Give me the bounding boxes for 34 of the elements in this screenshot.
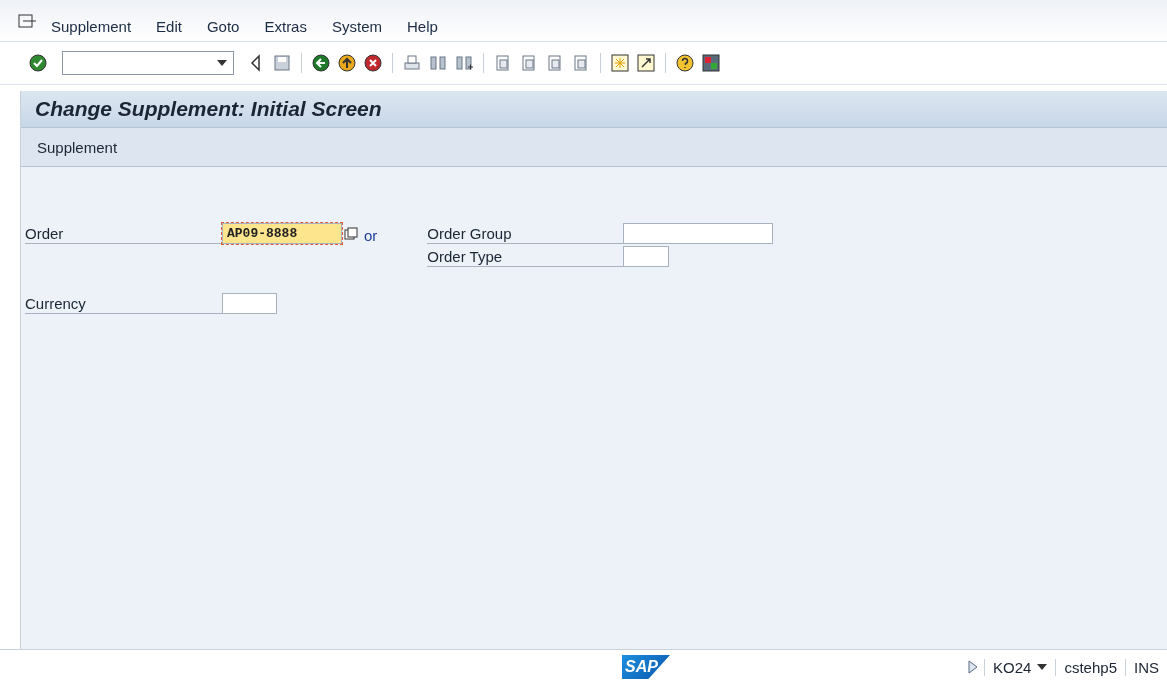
menu-item[interactable]: Extras bbox=[264, 18, 307, 35]
copy-icon[interactable] bbox=[344, 227, 358, 241]
layout-icon[interactable] bbox=[701, 53, 721, 73]
menu-item[interactable]: Goto bbox=[206, 18, 240, 35]
cancel-icon[interactable] bbox=[363, 53, 383, 73]
save-icon[interactable] bbox=[272, 53, 292, 73]
expand-icon[interactable] bbox=[968, 660, 979, 674]
new-window-icon[interactable] bbox=[610, 53, 630, 73]
menu-item[interactable]: System bbox=[331, 18, 382, 35]
menu-item[interactable]: Help bbox=[407, 18, 438, 35]
or-text: or bbox=[364, 227, 378, 244]
dropdown-icon[interactable] bbox=[1037, 664, 1048, 670]
logo: SAP bbox=[622, 655, 670, 679]
menu-item[interactable]: Edit bbox=[156, 18, 182, 35]
insert-mode: INS bbox=[1125, 658, 1167, 676]
menu-icon[interactable] bbox=[18, 14, 38, 30]
input-field[interactable] bbox=[623, 246, 670, 267]
print-icon[interactable] bbox=[402, 53, 422, 73]
field-label: Order Group bbox=[427, 225, 624, 244]
command-field[interactable] bbox=[62, 51, 234, 75]
menu-item[interactable]: Supplement bbox=[51, 18, 132, 35]
supplement-button[interactable]: Supplement bbox=[37, 138, 118, 156]
field-label: Currency bbox=[25, 295, 222, 314]
input-field[interactable] bbox=[623, 223, 774, 244]
server-name: cstehp5 bbox=[1055, 658, 1125, 676]
screen-title: Change Supplement: Initial Screen bbox=[35, 97, 382, 121]
transaction-code[interactable]: KO24 bbox=[984, 658, 1056, 676]
input-field[interactable]: AP09-8888 bbox=[222, 223, 342, 244]
help-icon[interactable] bbox=[675, 53, 695, 73]
input-field[interactable] bbox=[222, 293, 277, 314]
dropdown-icon[interactable] bbox=[217, 60, 227, 66]
field-label: Order Type bbox=[427, 248, 624, 267]
check-icon[interactable] bbox=[28, 53, 48, 73]
shortcut-icon[interactable] bbox=[636, 53, 656, 73]
